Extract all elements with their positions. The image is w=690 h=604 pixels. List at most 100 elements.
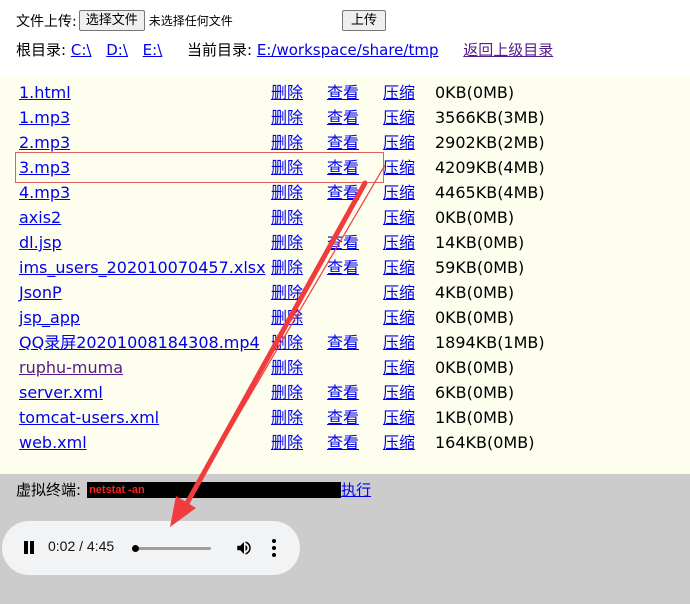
view-link[interactable]: 查看 xyxy=(327,430,359,455)
delete-link[interactable]: 删除 xyxy=(271,305,303,330)
delete-link[interactable]: 删除 xyxy=(271,180,303,205)
file-name-link[interactable]: 1.mp3 xyxy=(19,105,70,130)
directory-nav: 根目录: C:\ D:\ E:\ 当前目录: E:/workspace/shar… xyxy=(16,39,563,60)
delete-link[interactable]: 删除 xyxy=(271,105,303,130)
file-size: 4465KB(4MB) xyxy=(435,183,545,202)
file-size: 164KB(0MB) xyxy=(435,433,535,452)
delete-link[interactable]: 删除 xyxy=(271,430,303,455)
delete-link[interactable]: 删除 xyxy=(271,355,303,380)
file-name-link[interactable]: server.xml xyxy=(19,380,103,405)
file-size: 1894KB(1MB) xyxy=(435,333,545,352)
delete-link[interactable]: 删除 xyxy=(271,230,303,255)
delete-link[interactable]: 删除 xyxy=(271,405,303,430)
delete-link[interactable]: 删除 xyxy=(271,80,303,105)
upload-label: 文件上传: xyxy=(16,13,77,30)
more-options-icon[interactable] xyxy=(272,539,276,557)
delete-link[interactable]: 删除 xyxy=(271,330,303,355)
terminal-input[interactable]: netstat -an xyxy=(87,481,342,498)
root-link-e[interactable]: E:\ xyxy=(143,41,163,59)
compress-link[interactable]: 压缩 xyxy=(383,230,415,255)
pause-icon[interactable] xyxy=(22,541,34,555)
file-size: 0KB(0MB) xyxy=(435,83,515,102)
volume-icon[interactable] xyxy=(234,539,254,557)
upload-row: 文件上传: 选择文件 未选择任何文件 xyxy=(16,10,233,31)
compress-link[interactable]: 压缩 xyxy=(383,105,415,130)
terminal-row: 虚拟终端: netstat -an 执行 xyxy=(16,479,371,500)
file-size: 0KB(0MB) xyxy=(435,358,515,377)
file-size: 4209KB(4MB) xyxy=(435,158,545,177)
view-link[interactable]: 查看 xyxy=(327,255,359,280)
view-link[interactable]: 查看 xyxy=(327,80,359,105)
file-row: server.xml 删除 查看 压缩 6KB(0MB) xyxy=(0,380,690,405)
view-link[interactable]: 查看 xyxy=(327,230,359,255)
file-size: 0KB(0MB) xyxy=(435,208,515,227)
root-link-c[interactable]: C:\ xyxy=(71,41,92,59)
compress-link[interactable]: 压缩 xyxy=(383,355,415,380)
seek-slider[interactable] xyxy=(131,545,211,552)
compress-link[interactable]: 压缩 xyxy=(383,305,415,330)
file-size: 2902KB(2MB) xyxy=(435,133,545,152)
terminal-label: 虚拟终端: xyxy=(16,481,82,499)
file-row: JsonP 删除 压缩 4KB(0MB) xyxy=(0,280,690,305)
file-list: 1.html 删除 查看 压缩 0KB(0MB) 1.mp3 删除 查看 压缩 3566KB(3M… xyxy=(0,78,690,474)
compress-link[interactable]: 压缩 xyxy=(383,430,415,455)
delete-link[interactable]: 删除 xyxy=(271,205,303,230)
file-row: dl.jsp 删除 查看 压缩 14KB(0MB) xyxy=(0,230,690,255)
file-size: 59KB(0MB) xyxy=(435,258,525,277)
view-link[interactable]: 查看 xyxy=(327,330,359,355)
file-name-link[interactable]: ims_users_202010070457.xlsx xyxy=(19,255,266,280)
compress-link[interactable]: 压缩 xyxy=(383,130,415,155)
file-name-link[interactable]: axis2 xyxy=(19,205,61,230)
file-name-link[interactable]: dl.jsp xyxy=(19,230,62,255)
execute-link[interactable]: 执行 xyxy=(341,479,371,500)
compress-link[interactable]: 压缩 xyxy=(383,405,415,430)
file-row: QQ录屏20201008184308.mp4 删除 查看 压缩 1894KB(1MB) xyxy=(0,330,690,355)
file-row: jsp_app 删除 压缩 0KB(0MB) xyxy=(0,305,690,330)
compress-link[interactable]: 压缩 xyxy=(383,205,415,230)
file-name-link[interactable]: web.xml xyxy=(19,430,87,455)
time-display: 0:02 / 4:45 xyxy=(48,538,115,554)
root-link-d[interactable]: D:\ xyxy=(106,41,128,59)
current-dir-path[interactable]: E:/workspace/share/tmp xyxy=(257,41,439,59)
file-name-link[interactable]: QQ录屏20201008184308.mp4 xyxy=(19,330,260,355)
file-row: tomcat-users.xml 删除 查看 压缩 1KB(0MB) xyxy=(0,405,690,430)
view-link[interactable]: 查看 xyxy=(327,180,359,205)
upload-button[interactable]: 上传 xyxy=(342,10,387,31)
current-dir-label: 当前目录: xyxy=(187,41,253,59)
file-size: 3566KB(3MB) xyxy=(435,108,545,127)
view-link[interactable]: 查看 xyxy=(327,380,359,405)
file-name-link[interactable]: tomcat-users.xml xyxy=(19,405,159,430)
delete-link[interactable]: 删除 xyxy=(271,255,303,280)
compress-link[interactable]: 压缩 xyxy=(383,380,415,405)
file-name-link[interactable]: 4.mp3 xyxy=(19,180,70,205)
file-name-link[interactable]: JsonP xyxy=(19,280,62,305)
compress-link[interactable]: 压缩 xyxy=(383,330,415,355)
file-name-link[interactable]: jsp_app xyxy=(19,305,80,330)
back-to-parent-link[interactable]: 返回上级目录 xyxy=(463,41,553,59)
highlight-box xyxy=(15,152,384,183)
seek-thumb[interactable] xyxy=(131,545,139,552)
compress-link[interactable]: 压缩 xyxy=(383,80,415,105)
view-link[interactable]: 查看 xyxy=(327,405,359,430)
compress-link[interactable]: 压缩 xyxy=(383,180,415,205)
view-link[interactable]: 查看 xyxy=(327,105,359,130)
delete-link[interactable]: 删除 xyxy=(271,380,303,405)
no-file-text: 未选择任何文件 xyxy=(148,14,233,28)
file-size: 0KB(0MB) xyxy=(435,308,515,327)
compress-link[interactable]: 压缩 xyxy=(383,280,415,305)
file-row: 4.mp3 删除 查看 压缩 4465KB(4MB) xyxy=(0,180,690,205)
file-name-link[interactable]: ruphu-muma xyxy=(19,355,123,380)
file-row: 1.mp3 删除 查看 压缩 3566KB(3MB) xyxy=(0,105,690,130)
choose-file-button[interactable]: 选择文件 xyxy=(78,10,145,31)
file-size: 1KB(0MB) xyxy=(435,408,515,427)
delete-link[interactable]: 删除 xyxy=(271,280,303,305)
file-name-link[interactable]: 1.html xyxy=(19,80,71,105)
file-row: 1.html 删除 查看 压缩 0KB(0MB) xyxy=(0,80,690,105)
file-size: 4KB(0MB) xyxy=(435,283,515,302)
file-row: ims_users_202010070457.xlsx 删除 查看 压缩 59KB(0M… xyxy=(0,255,690,280)
compress-link[interactable]: 压缩 xyxy=(383,155,415,180)
file-row: web.xml 删除 查看 压缩 164KB(0MB) xyxy=(0,430,690,455)
audio-player: 0:02 / 4:45 xyxy=(2,521,300,575)
file-row: axis2 删除 压缩 0KB(0MB) xyxy=(0,205,690,230)
compress-link[interactable]: 压缩 xyxy=(383,255,415,280)
